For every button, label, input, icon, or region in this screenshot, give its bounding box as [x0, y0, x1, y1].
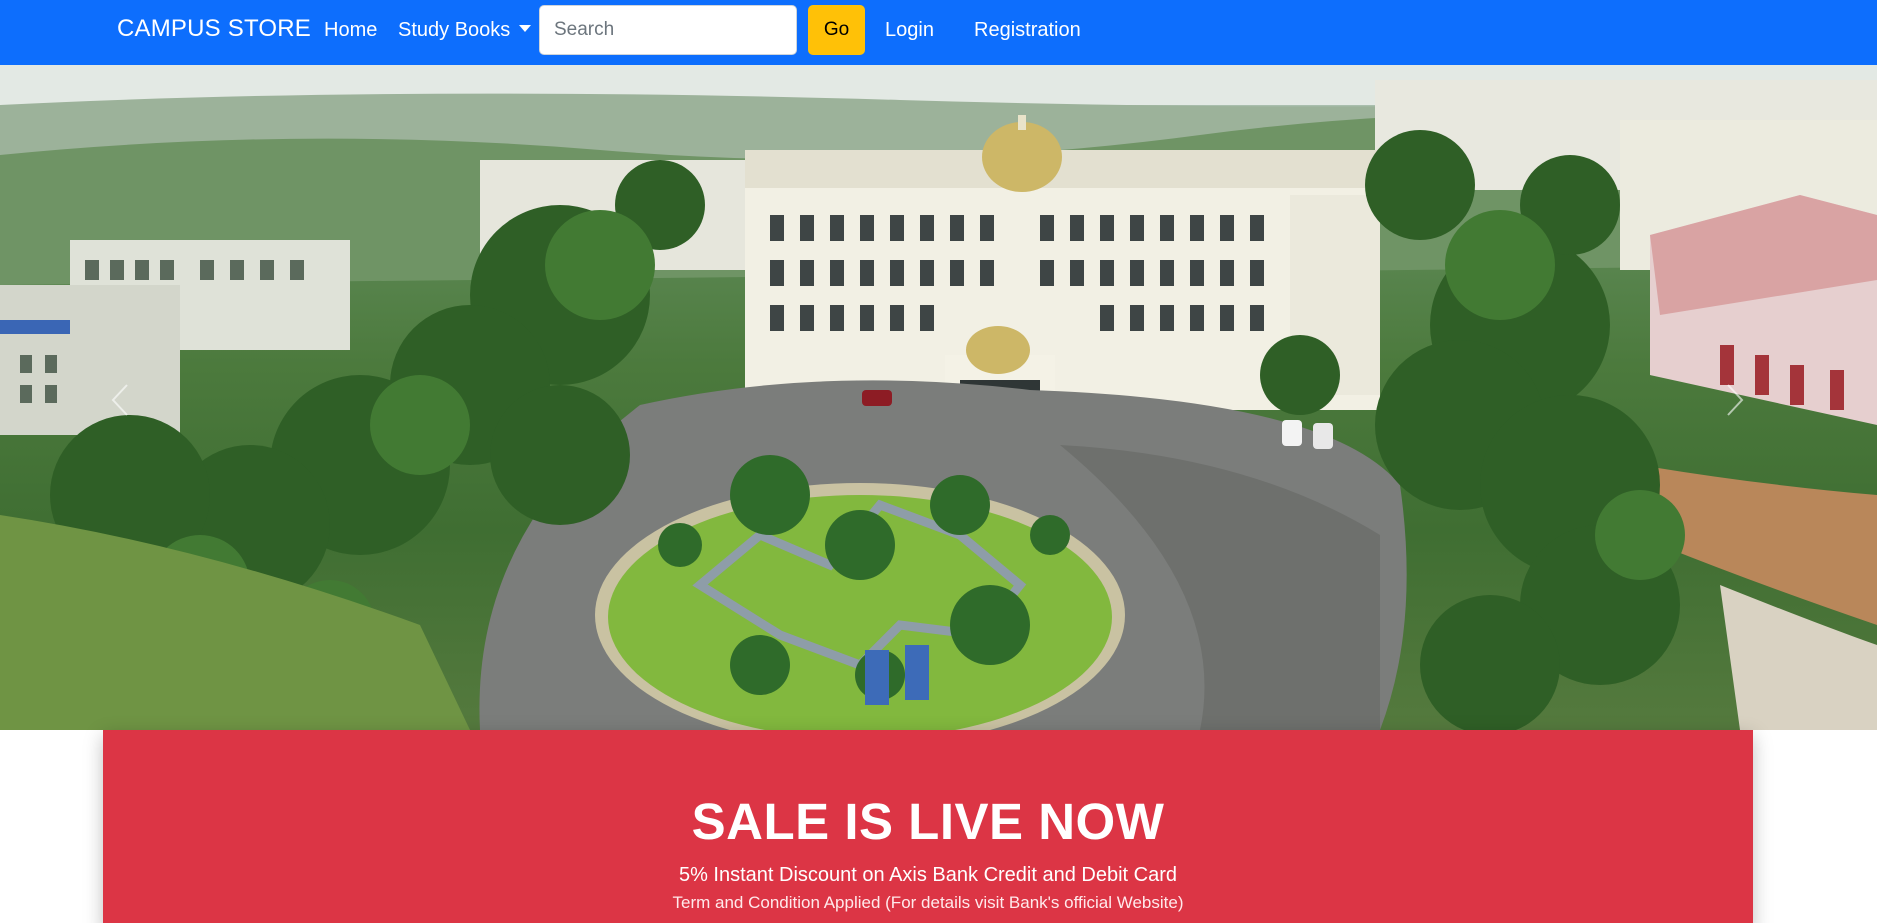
- chevron-left-icon: [111, 384, 128, 416]
- nav-login-link[interactable]: Login: [885, 19, 934, 42]
- top-navbar: CAMPUS STORE Home Study Books Go Login R…: [0, 0, 1877, 65]
- caret-down-icon: [519, 25, 532, 32]
- nav-study-books-dropdown[interactable]: Study Books: [398, 19, 532, 42]
- go-button[interactable]: Go: [808, 5, 865, 55]
- hero-carousel: [0, 65, 1877, 730]
- nav-study-books-label: Study Books: [398, 19, 511, 41]
- carousel-prev-button[interactable]: [90, 365, 150, 435]
- sale-title: SALE IS LIVE NOW: [691, 793, 1165, 850]
- carousel-next-button[interactable]: [1705, 365, 1765, 435]
- sale-discount-text: 5% Instant Discount on Axis Bank Credit …: [678, 864, 1178, 886]
- nav-home-link[interactable]: Home: [324, 19, 377, 42]
- nav-registration-link[interactable]: Registration: [974, 19, 1081, 42]
- search-input[interactable]: [539, 5, 797, 55]
- sale-terms-text: Term and Condition Applied (For details …: [672, 893, 1184, 912]
- sale-banner: SALE IS LIVE NOW 5% Instant Discount on …: [103, 730, 1753, 923]
- brand-logo-link[interactable]: CAMPUS STORE: [117, 15, 311, 43]
- chevron-right-icon: [1727, 384, 1744, 416]
- campus-aerial-image: [0, 65, 1877, 730]
